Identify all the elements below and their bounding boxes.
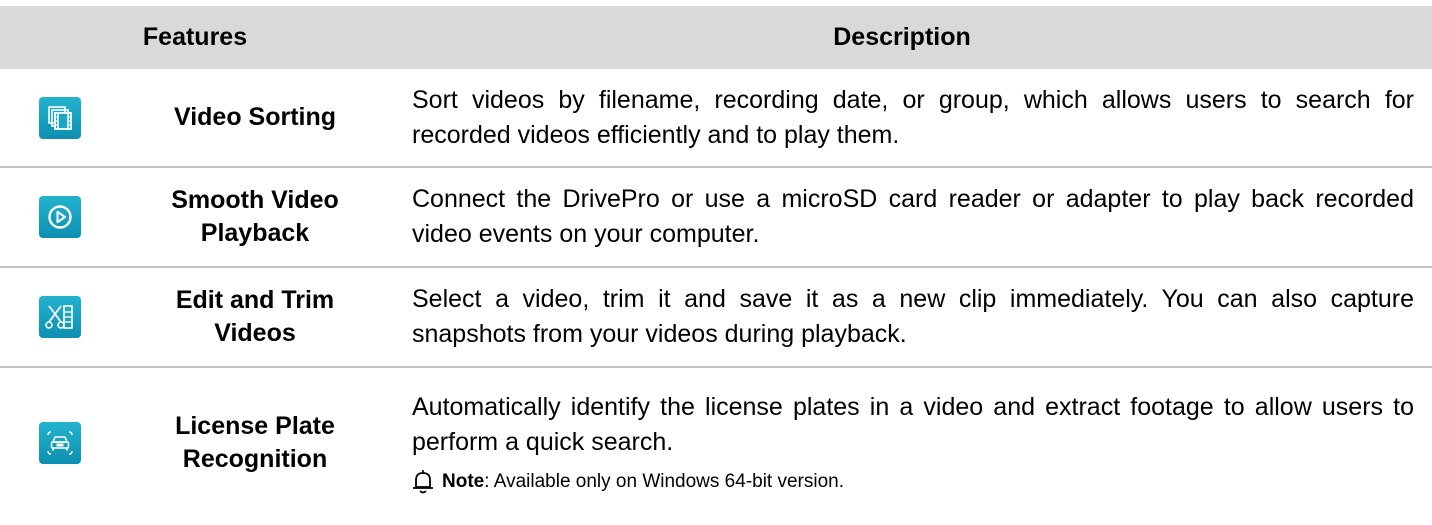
table-row: Video Sorting Sort videos by filename, r… (0, 69, 1432, 168)
feature-description: Automatically identify the license plate… (390, 368, 1432, 518)
feature-line: Playback (200, 219, 310, 247)
feature-name: Video Sorting (120, 69, 390, 166)
play-circle-icon (39, 196, 81, 238)
features-table: Features Description Video Sorting Sort … (0, 6, 1432, 518)
feature-description: Sort videos by filename, recording date,… (390, 69, 1432, 166)
feature-line: Edit and Trim (175, 286, 335, 314)
note-text: : Available only on Windows 64-bit versi… (484, 471, 845, 492)
car-plate-icon (39, 422, 81, 464)
feature-description: Connect the DrivePro or use a microSD ca… (390, 168, 1432, 266)
feature-line: License Plate (175, 412, 335, 440)
table-row: Smooth Video Playback Connect the DriveP… (0, 168, 1432, 268)
feature-line: Smooth Video (171, 186, 339, 214)
feature-description: Select a video, trim it and save it as a… (390, 268, 1432, 366)
feature-name: License Plate Recognition (120, 368, 390, 518)
feature-line: Videos (214, 319, 296, 347)
feature-name: Smooth Video Playback (120, 168, 390, 266)
description-text: Select a video, trim it and save it as a… (412, 285, 1414, 348)
bell-icon (412, 469, 434, 495)
description-text: Connect the DrivePro or use a microSD ca… (412, 185, 1414, 248)
scissors-film-icon (39, 296, 81, 338)
feature-line: Recognition (182, 445, 328, 473)
description-text: Sort videos by filename, recording date,… (412, 85, 1414, 149)
table-row: Edit and Trim Videos Select a video, tri… (0, 268, 1432, 368)
feature-name: Edit and Trim Videos (120, 268, 390, 366)
feature-line: Video Sorting (173, 103, 337, 131)
video-sorting-icon (39, 96, 81, 139)
header-description: Description (833, 23, 971, 51)
note-label: Note (442, 471, 485, 492)
table-row: License Plate Recognition Automatically … (0, 368, 1432, 518)
description-text: Automatically identify the license plate… (412, 393, 1414, 456)
table-header: Features Description (0, 6, 1432, 69)
header-features: Features (142, 23, 248, 51)
note: Note: Available only on Windows 64-bit v… (412, 468, 1414, 496)
